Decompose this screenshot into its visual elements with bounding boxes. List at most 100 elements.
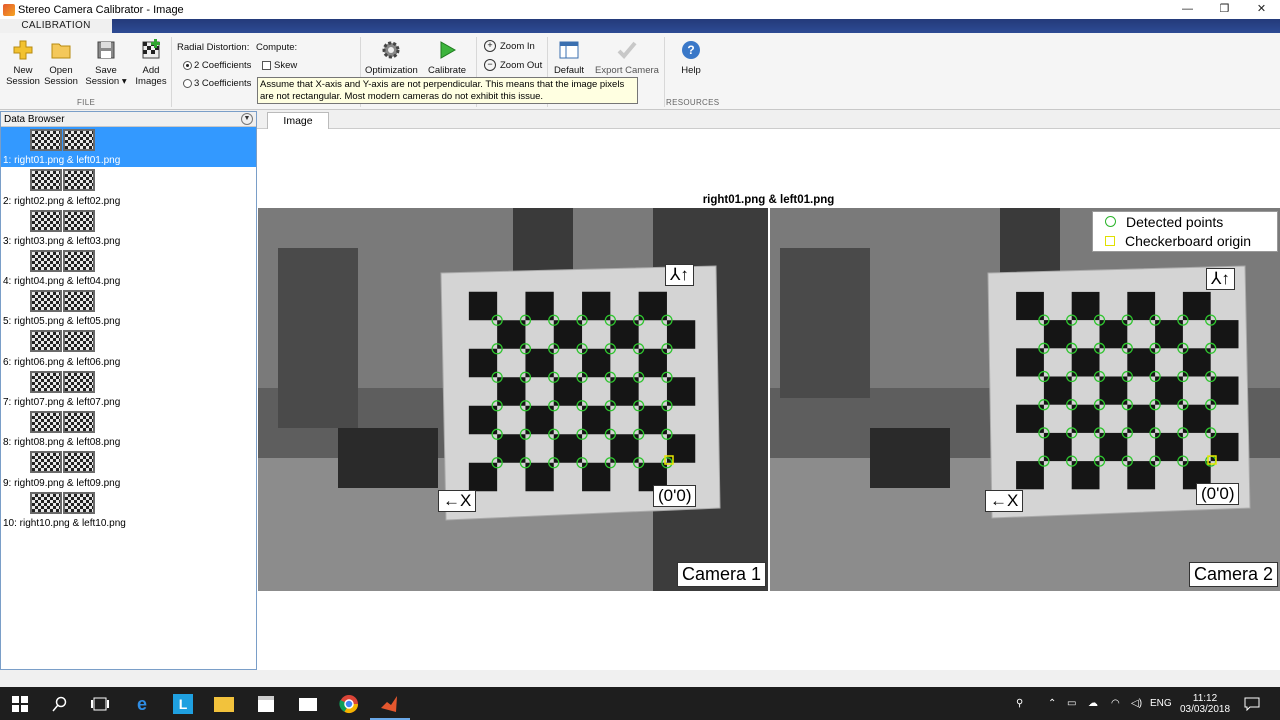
checker-square: [666, 320, 696, 349]
tooltip-line1: Assume that X-axis and Y-axis are not pe…: [260, 79, 625, 90]
matlab-taskbar-icon[interactable]: [378, 693, 400, 715]
checker-square: [1182, 291, 1211, 321]
help-button[interactable]: ? Help: [676, 39, 706, 76]
zoom-in-label: Zoom In: [500, 40, 535, 52]
skew-checkbox[interactable]: Skew: [262, 60, 297, 71]
checker-square: [1043, 320, 1072, 349]
add-images-button[interactable]: Add Images: [134, 39, 168, 87]
camera2-image[interactable]: Detected points Checkerboard origin ⅄↑ ←…: [770, 208, 1280, 591]
checkerboard-thumbnail: [30, 370, 62, 393]
three-coefficients-radio[interactable]: 3 Coefficients: [183, 78, 251, 89]
y-axis-label: ⅄↑: [1206, 268, 1235, 290]
list-item[interactable]: 6: right06.png & left06.png: [1, 328, 256, 368]
checker-square: [1210, 432, 1239, 462]
zoom-in-button[interactable]: + Zoom In: [484, 40, 535, 52]
language-indicator[interactable]: ENG: [1150, 687, 1172, 720]
checker-square: [582, 462, 611, 492]
list-item-label: 8: right08.png & left08.png: [3, 437, 121, 449]
volume-icon[interactable]: ◁): [1131, 687, 1142, 720]
clock[interactable]: 11:12 03/03/2018: [1180, 687, 1230, 720]
list-item[interactable]: 1: right01.png & left01.png: [1, 127, 256, 168]
edge-browser-icon[interactable]: e: [131, 693, 153, 715]
tab-calibration[interactable]: CALIBRATION: [0, 19, 112, 33]
checkerboard-thumbnail: [30, 411, 62, 434]
image-tab-bar: Image: [257, 111, 1280, 129]
store-icon[interactable]: [255, 693, 277, 715]
tab-image[interactable]: Image: [267, 112, 329, 129]
maximize-button[interactable]: ❐: [1206, 0, 1243, 19]
ribbon-toolstrip: New Session Open Session Save Session ▾ …: [0, 33, 1280, 110]
open-session-button[interactable]: Open Session: [44, 39, 78, 87]
list-item[interactable]: 9: right09.png & left09.png: [1, 449, 256, 489]
data-browser-panel: Data Browser ▼ 1: right01.png & left01.p…: [0, 111, 257, 670]
radial-distortion-label: Radial Distortion:: [177, 42, 250, 53]
wifi-icon[interactable]: ◠: [1111, 687, 1120, 720]
checker-square: [666, 377, 696, 406]
tray-overflow-icon[interactable]: ⌃: [1048, 687, 1056, 720]
new-session-button[interactable]: New Session: [6, 39, 40, 87]
checker-square: [468, 291, 498, 321]
x-axis-label: ←X: [438, 490, 477, 512]
lync-app-icon[interactable]: L: [172, 693, 194, 715]
checkerboard-thumbnail: [63, 451, 95, 474]
data-browser-title: Data Browser: [4, 114, 65, 125]
radio-unselected-icon: [183, 79, 192, 88]
matlab-app-icon: [3, 3, 15, 16]
zoom-out-button[interactable]: − Zoom Out: [484, 59, 542, 71]
thumbnail-pair: [30, 129, 96, 151]
export-camera-button[interactable]: Export Camera: [594, 39, 660, 76]
list-item[interactable]: 5: right05.png & left05.png: [1, 288, 256, 328]
search-icon[interactable]: [49, 693, 71, 715]
status-bar: [0, 670, 1280, 687]
section-resources-label: RESOURCES: [666, 98, 720, 107]
file-explorer-icon[interactable]: [213, 693, 235, 715]
panel-menu-icon[interactable]: ▼: [241, 113, 253, 125]
list-item[interactable]: 4: right04.png & left04.png: [1, 248, 256, 288]
default-layout-label: Default: [553, 65, 585, 76]
list-item[interactable]: 7: right07.png & left07.png: [1, 369, 256, 409]
list-item[interactable]: 2: right02.png & left02.png: [1, 167, 256, 207]
save-disk-icon: [97, 41, 115, 59]
minimize-button[interactable]: —: [1169, 0, 1206, 19]
close-button[interactable]: ✕: [1243, 0, 1280, 19]
optimization-button[interactable]: Optimization: [365, 39, 418, 76]
checker-square: [610, 377, 639, 406]
checker-square: [610, 320, 639, 349]
calibrate-button[interactable]: Calibrate: [424, 39, 470, 76]
list-item-label: 7: right07.png & left07.png: [3, 397, 121, 409]
battery-icon[interactable]: ▭: [1067, 687, 1076, 720]
thumbnail-pair: [30, 209, 96, 232]
chrome-icon[interactable]: [338, 693, 360, 715]
list-item[interactable]: 3: right03.png & left03.png: [1, 208, 256, 248]
camera1-image[interactable]: ⅄↑ ←X (0'0) Camera 1: [258, 208, 768, 591]
save-session-label1: Save: [95, 65, 117, 76]
checker-square: [638, 405, 667, 435]
two-coefficients-radio[interactable]: 2 Coefficients: [183, 60, 251, 71]
ribbon-tab-strip: CALIBRATION: [0, 19, 1280, 33]
zoom-out-label: Zoom Out: [500, 59, 543, 71]
list-item-label: 5: right05.png & left05.png: [3, 316, 121, 328]
notifications-icon[interactable]: [1244, 687, 1260, 720]
mail-icon[interactable]: [297, 693, 319, 715]
help-icon: ?: [682, 41, 700, 59]
windows-start-icon[interactable]: [9, 693, 31, 715]
list-item[interactable]: 10: right10.png & left10.png: [1, 490, 256, 530]
checkerboard-thumbnail: [63, 491, 95, 514]
calibrate-label: Calibrate: [427, 65, 467, 76]
people-icon[interactable]: ⚲: [1016, 687, 1023, 720]
list-item[interactable]: 8: right08.png & left08.png: [1, 409, 256, 449]
checkerboard-thumbnail: [30, 451, 62, 474]
checker-square: [1155, 432, 1183, 462]
origin-label: (0'0): [653, 485, 697, 507]
save-session-button[interactable]: Save Session ▾: [84, 39, 128, 87]
thumbnail-pair: [30, 451, 96, 474]
checker-square: [525, 348, 554, 378]
new-session-label1: New: [13, 65, 33, 76]
cloud-icon[interactable]: ☁: [1088, 687, 1098, 720]
checker-square: [1182, 348, 1211, 377]
checker-square: [1210, 376, 1239, 405]
task-view-icon[interactable]: [89, 693, 111, 715]
origin-label: (0'0): [1196, 483, 1240, 505]
default-layout-button[interactable]: Default: [551, 39, 587, 76]
checkerboard-thumbnail: [30, 491, 62, 514]
